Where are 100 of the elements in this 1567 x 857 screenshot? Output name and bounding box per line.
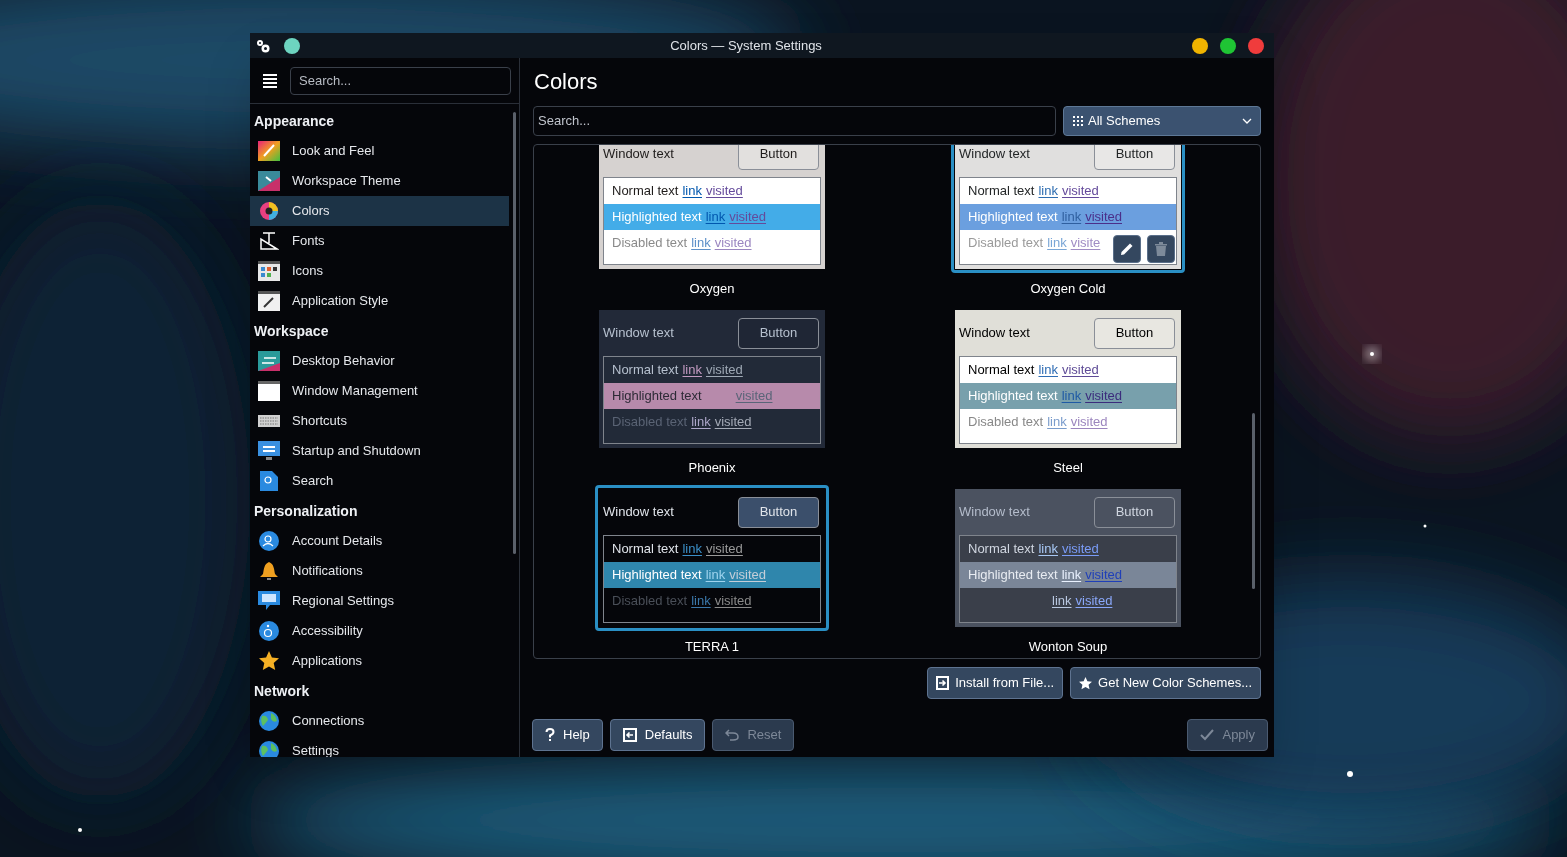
footer-button[interactable]: Defaults bbox=[609, 719, 706, 751]
sample-button: Button bbox=[1094, 317, 1175, 349]
highlighted-text: Highlighted text bbox=[968, 387, 1058, 406]
window-text: Window text bbox=[603, 503, 674, 522]
sidebar-item[interactable]: Connections bbox=[250, 706, 509, 736]
link-text: link bbox=[1038, 182, 1058, 201]
gears-icon[interactable] bbox=[256, 38, 270, 53]
footer-button[interactable]: Help bbox=[532, 719, 603, 751]
disabled-text: Disabled text bbox=[612, 413, 688, 432]
edit-button[interactable] bbox=[1113, 235, 1141, 263]
sidebar-item[interactable]: Desktop Behavior bbox=[250, 346, 509, 376]
sample-button: Button bbox=[738, 145, 819, 170]
scheme-card[interactable]: Window text Button Normal text link visited Highlighted text link visited Disabled text link visited bbox=[951, 306, 1185, 452]
link-text: link bbox=[1038, 361, 1058, 380]
search-field[interactable]: Search... bbox=[533, 106, 1056, 136]
scheme-name: TERRA 1 bbox=[684, 638, 740, 656]
window-text: Window text bbox=[603, 145, 674, 164]
globe-icon bbox=[259, 711, 279, 731]
user-icon bbox=[259, 531, 279, 551]
window-text: Window text bbox=[603, 324, 674, 343]
sidebar-item[interactable]: Application Style bbox=[250, 286, 509, 316]
sample-button: Button bbox=[1094, 496, 1175, 528]
maximize-button[interactable] bbox=[1220, 37, 1236, 54]
action-button[interactable]: Get New Color Schemes... bbox=[1070, 667, 1261, 699]
page-title: Colors bbox=[533, 68, 599, 96]
scheme-card[interactable]: Window text Button Normal text link visited Highlighted text link visited link visited bbox=[951, 485, 1185, 631]
visited-link-text: visited bbox=[1085, 387, 1122, 406]
section-heading: Network bbox=[253, 682, 311, 701]
search-document-icon bbox=[260, 471, 278, 491]
normal-text: Normal text bbox=[612, 540, 679, 559]
scheme-card[interactable]: Window text Button Normal text link visited Highlighted text link visited Disabled text link visited bbox=[595, 145, 829, 273]
sidebar-item[interactable]: Look and Feel bbox=[250, 136, 509, 166]
highlighted-text: Highlighted text bbox=[968, 208, 1058, 227]
visited-link-text: visited bbox=[1075, 592, 1113, 611]
link-text: link bbox=[705, 566, 726, 585]
scheme-name: Phoenix bbox=[688, 459, 736, 477]
scheme-filter-dropdown[interactable]: All Schemes bbox=[1063, 106, 1261, 136]
sidebar-item[interactable]: Notifications bbox=[250, 556, 509, 586]
sidebar-item[interactable]: Shortcuts bbox=[250, 406, 509, 436]
window-title: Colors — System Settings bbox=[669, 36, 823, 55]
visited-link-text: visited bbox=[735, 387, 773, 406]
section-heading: Personalization bbox=[253, 502, 359, 521]
theme-image-icon bbox=[258, 171, 280, 191]
highlighted-text: Highlighted text bbox=[612, 208, 702, 227]
scheme-name: Steel bbox=[1053, 459, 1083, 477]
undo-icon bbox=[725, 729, 740, 741]
visited-link-text: visited bbox=[1070, 413, 1108, 432]
scheme-card[interactable]: Window text Button Normal text link visited Highlighted text link visited Disabled text link visited bbox=[595, 485, 829, 631]
highlighted-text: Highlighted text bbox=[612, 566, 702, 585]
sidebar-item[interactable]: Startup and Shutdown bbox=[250, 436, 509, 466]
scheme-card[interactable]: Window text Button Normal text link visited Highlighted text link visited Disabled text link visite bbox=[951, 145, 1185, 273]
sidebar-item[interactable]: Colors bbox=[250, 196, 509, 226]
normal-text: Normal text bbox=[612, 182, 679, 201]
import-icon bbox=[936, 676, 950, 690]
sidebar-item[interactable]: Icons bbox=[250, 256, 509, 286]
pin-button[interactable] bbox=[284, 37, 300, 54]
sample-button: Button bbox=[738, 496, 819, 528]
link-text: link bbox=[1047, 413, 1067, 432]
chevron-down-icon bbox=[1242, 118, 1252, 124]
color-wheel-icon bbox=[259, 201, 279, 221]
speech-bubble-icon bbox=[258, 591, 280, 611]
visited-link-text: visited bbox=[714, 234, 752, 253]
close-button[interactable] bbox=[1248, 37, 1264, 54]
sidebar-item[interactable]: Workspace Theme bbox=[250, 166, 509, 196]
sidebar-item[interactable]: Regional Settings bbox=[250, 586, 509, 616]
scrollbar[interactable] bbox=[512, 112, 516, 554]
action-button[interactable]: Install from File... bbox=[927, 667, 1064, 699]
globe-icon bbox=[259, 741, 279, 757]
question-mark-icon bbox=[545, 728, 555, 742]
link-text: link bbox=[682, 182, 702, 201]
visited-link-text: visited bbox=[729, 208, 766, 227]
sample-button: Button bbox=[738, 317, 819, 349]
scrollbar[interactable] bbox=[1251, 413, 1255, 589]
link-text: link bbox=[682, 540, 702, 559]
normal-text: Normal text bbox=[968, 182, 1035, 201]
disabled-text: Disabled text bbox=[612, 592, 688, 611]
link-text: link bbox=[705, 208, 726, 227]
link-text: link bbox=[1061, 208, 1082, 227]
window-text: Window text bbox=[959, 324, 1030, 343]
visited-link-text: visited bbox=[1085, 208, 1122, 227]
minimize-button[interactable] bbox=[1192, 37, 1208, 54]
scheme-card[interactable]: Window text Button Normal text link visited Highlighted text visited Disabled text link visited bbox=[595, 306, 829, 452]
sidebar-item[interactable]: Account Details bbox=[250, 526, 509, 556]
sidebar-item[interactable]: Applications bbox=[250, 646, 509, 676]
sidebar-item[interactable]: Window Management bbox=[250, 376, 509, 406]
disabled-text: Disabled text bbox=[968, 413, 1044, 432]
grid-icon bbox=[1072, 115, 1084, 127]
sidebar-item[interactable]: Search bbox=[250, 466, 509, 496]
keyboard-icon bbox=[258, 415, 280, 427]
highlighted-text: Highlighted text bbox=[612, 387, 702, 406]
sidebar-item[interactable]: Accessibility bbox=[250, 616, 509, 646]
sliders-icon bbox=[258, 351, 280, 371]
sidebar-item[interactable]: Fonts bbox=[250, 226, 509, 256]
link-text: link bbox=[682, 361, 702, 380]
delete-button[interactable] bbox=[1147, 235, 1175, 263]
highlighted-text: Highlighted text bbox=[968, 566, 1058, 585]
visited-link-text: visited bbox=[1062, 182, 1099, 201]
menu-icon[interactable] bbox=[262, 73, 278, 88]
link-text: link bbox=[691, 592, 711, 611]
search-field[interactable]: Search... bbox=[290, 66, 511, 95]
